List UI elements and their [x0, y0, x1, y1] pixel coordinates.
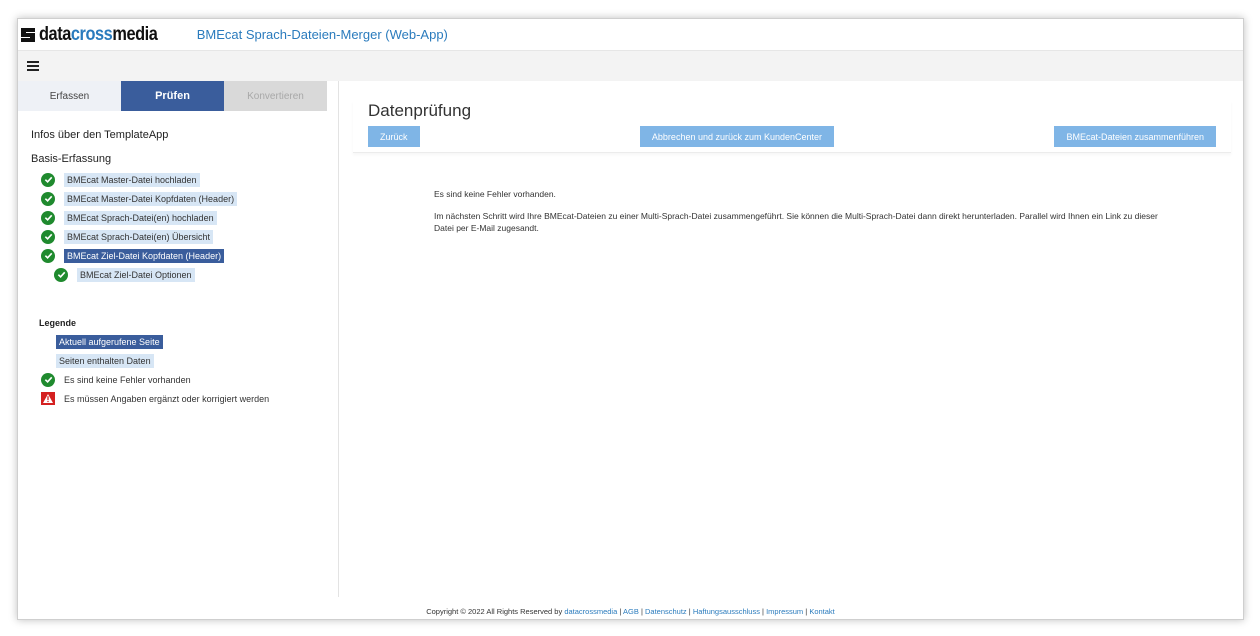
logo-text: datacrossmedia	[39, 23, 158, 45]
footer-link-impressum[interactable]: Impressum	[766, 607, 803, 616]
cancel-button[interactable]: Abbrechen und zurück zum KundenCenter	[639, 126, 835, 147]
step-label[interactable]: BMEcat Sprach-Datei(en) hochladen	[64, 210, 217, 225]
step-item[interactable]: BMEcat Ziel-Datei Optionen	[54, 265, 325, 284]
warning-icon	[41, 392, 55, 405]
content-area: Erfassen Prüfen Konvertieren Infos über …	[18, 81, 1243, 619]
check-icon	[41, 172, 55, 187]
footer: Copyright © 2022 All Rights Reserved by …	[18, 607, 1243, 616]
tab-erfassen[interactable]: Erfassen	[18, 81, 121, 111]
tab-konvertieren: Konvertieren	[224, 81, 327, 111]
footer-link-agb[interactable]: AGB	[623, 607, 639, 616]
check-icon	[54, 267, 68, 282]
check-icon	[41, 191, 55, 206]
top-bar: datacrossmedia BMEcat Sprach-Dateien-Mer…	[18, 19, 1243, 51]
main-header-card: Datenprüfung Zurück Abbrechen und zurück…	[353, 101, 1231, 153]
footer-separator: |	[805, 607, 808, 616]
button-row: Zurück Abbrechen und zurück zum KundenCe…	[353, 126, 1231, 147]
step-label[interactable]: BMEcat Sprach-Datei(en) Übersicht	[64, 229, 214, 244]
section-heading: Basis-Erfassung	[31, 153, 112, 165]
footer-link-datenschutz[interactable]: Datenschutz	[645, 607, 687, 616]
legend-title: Legende	[39, 318, 77, 328]
logo-mark-icon	[20, 27, 36, 43]
step-label[interactable]: BMEcat Master-Datei Kopfdaten (Header)	[64, 191, 238, 206]
status-message: Es sind keine Fehler vorhanden. Im nächs…	[434, 188, 1164, 234]
legend: Legende Aktuell aufgerufene Seite Seiten…	[39, 318, 325, 408]
message-next-step: Im nächsten Schritt wird Ihre BMEcat-Dat…	[434, 211, 1158, 233]
footer-separator: |	[640, 607, 643, 616]
toolbar	[18, 51, 1243, 81]
logo[interactable]: datacrossmedia	[20, 23, 177, 47]
legend-row: Aktuell aufgerufene Seite	[39, 332, 325, 351]
sidebar: Erfassen Prüfen Konvertieren Infos über …	[18, 81, 339, 597]
legend-text: Es sind keine Fehler vorhanden	[64, 374, 191, 385]
check-icon	[41, 248, 55, 263]
app-window: datacrossmedia BMEcat Sprach-Dateien-Mer…	[17, 18, 1244, 620]
copyright-text: Copyright © 2022 All Rights Reserved by	[426, 607, 563, 616]
step-tabs: Erfassen Prüfen Konvertieren	[18, 81, 338, 111]
step-item[interactable]: BMEcat Master-Datei Kopfdaten (Header)	[41, 189, 325, 208]
sidebar-content: Infos über den TemplateApp Basis-Erfassu…	[18, 111, 338, 422]
check-icon	[41, 210, 55, 225]
check-icon	[41, 229, 55, 244]
footer-separator: |	[762, 607, 764, 616]
legend-row: Es müssen Angaben ergänzt oder korrigier…	[39, 389, 325, 408]
app-title: BMEcat Sprach-Dateien-Merger (Web-App)	[196, 27, 448, 42]
step-item[interactable]: BMEcat Sprach-Datei(en) hochladen	[41, 208, 325, 227]
merge-button[interactable]: BMEcat-Dateien zusammenführen	[1054, 126, 1216, 147]
legend-current-chip: Aktuell aufgerufene Seite	[56, 334, 163, 349]
tab-pruefen[interactable]: Prüfen	[121, 81, 224, 111]
step-label[interactable]: BMEcat Master-Datei hochladen	[64, 172, 200, 187]
main-panel: Datenprüfung Zurück Abbrechen und zurück…	[339, 81, 1243, 619]
footer-link-haftungsausschluss[interactable]: Haftungsausschluss	[693, 607, 760, 616]
step-item[interactable]: BMEcat Sprach-Datei(en) Übersicht	[41, 227, 325, 246]
legend-row: Es sind keine Fehler vorhanden	[39, 370, 325, 389]
step-label[interactable]: BMEcat Ziel-Datei Kopfdaten (Header)	[64, 248, 225, 263]
footer-separator: |	[619, 607, 622, 616]
back-button[interactable]: Zurück	[368, 126, 420, 147]
legend-text: Es müssen Angaben ergänzt oder korrigier…	[64, 393, 270, 404]
footer-link-kontakt[interactable]: Kontakt	[809, 607, 834, 616]
legend-row: Seiten enthalten Daten	[39, 351, 325, 370]
hamburger-menu-icon[interactable]	[27, 61, 39, 71]
info-heading[interactable]: Infos über den TemplateApp	[31, 129, 325, 141]
message-no-errors: Es sind keine Fehler vorhanden.	[434, 189, 556, 199]
step-item[interactable]: BMEcat Master-Datei hochladen	[41, 170, 325, 189]
footer-separator: |	[688, 607, 691, 616]
legend-data-chip: Seiten enthalten Daten	[56, 353, 154, 368]
step-item-current[interactable]: BMEcat Ziel-Datei Kopfdaten (Header)	[41, 246, 325, 265]
page-title: Datenprüfung	[368, 101, 472, 120]
check-icon	[41, 372, 55, 387]
step-label[interactable]: BMEcat Ziel-Datei Optionen	[77, 267, 195, 282]
footer-link-datacrossmedia[interactable]: datacrossmedia	[564, 607, 617, 616]
